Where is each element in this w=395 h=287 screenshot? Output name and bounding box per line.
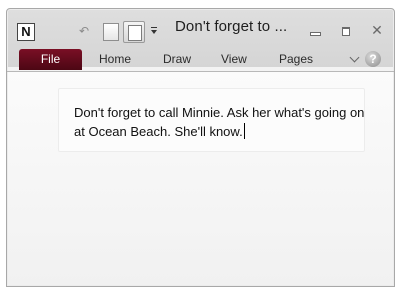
tab-file[interactable]: File xyxy=(19,49,82,70)
tab-draw[interactable]: Draw xyxy=(163,49,191,70)
app-window: N ↶ Don't forget to ... ✕ File Home Draw… xyxy=(6,8,395,287)
customize-quick-access-icon[interactable] xyxy=(150,25,159,37)
minimize-icon[interactable] xyxy=(307,23,323,39)
maximize-icon[interactable] xyxy=(338,23,354,39)
help-icon[interactable]: ? xyxy=(365,51,381,67)
note-text: Don't forget to call Minnie. Ask her wha… xyxy=(74,105,365,139)
title-bar: N ↶ Don't forget to ... ✕ xyxy=(7,9,394,49)
window-title: Don't forget to ... xyxy=(175,18,288,35)
note-container[interactable]: Don't forget to call Minnie. Ask her wha… xyxy=(58,88,365,152)
page-canvas[interactable]: Don't forget to call Minnie. Ask her wha… xyxy=(8,72,393,285)
expand-ribbon-icon[interactable] xyxy=(350,54,360,64)
undo-icon[interactable]: ↶ xyxy=(79,24,93,38)
ribbon-tabs: File Home Draw View Pages ? xyxy=(7,49,394,71)
tab-home[interactable]: Home xyxy=(99,49,131,70)
close-icon[interactable]: ✕ xyxy=(369,23,385,39)
tab-view[interactable]: View xyxy=(221,49,247,70)
onenote-app-icon[interactable]: N xyxy=(17,23,35,41)
dock-to-desktop-icon[interactable] xyxy=(123,21,145,43)
note-text-area[interactable]: Don't forget to call Minnie. Ask her wha… xyxy=(74,103,374,141)
text-cursor xyxy=(243,123,245,139)
tab-pages[interactable]: Pages xyxy=(279,49,313,70)
page-icon[interactable] xyxy=(103,23,119,41)
